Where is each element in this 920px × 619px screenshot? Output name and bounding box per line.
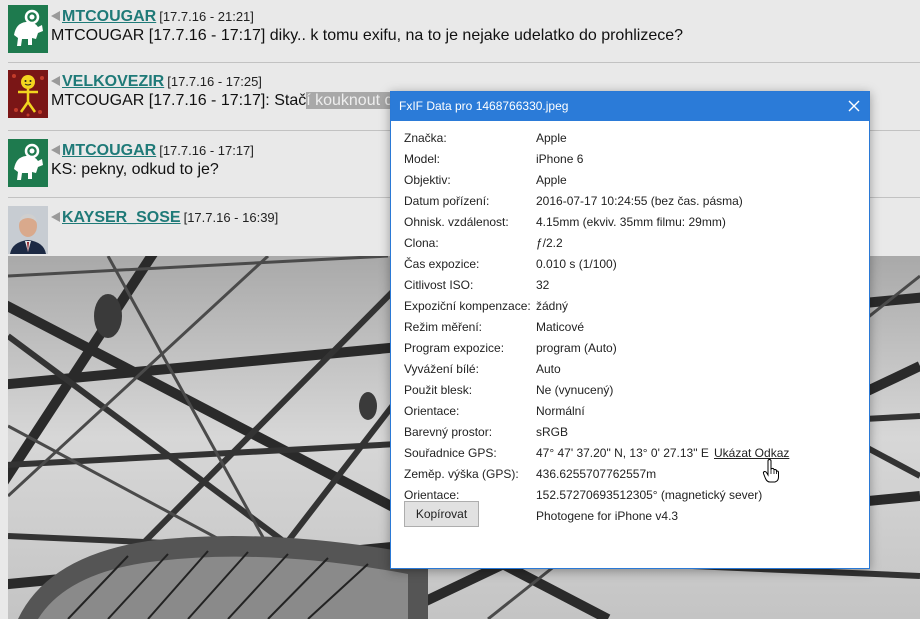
username-link[interactable]: MTCOUGAR	[62, 8, 156, 25]
exif-row: Expoziční kompenzace: žádný	[391, 299, 869, 320]
exif-row: Objektiv: Apple	[391, 173, 869, 194]
reply-arrow-icon[interactable]	[51, 212, 60, 222]
avatar-ram[interactable]	[8, 139, 48, 187]
post-time: [17.7.16 - 17:25]	[167, 74, 262, 89]
exif-value: ƒ/2.2	[536, 236, 563, 250]
post-message: MTCOUGAR [17.7.16 - 17:17]: Stačí koukno…	[51, 92, 394, 110]
exif-row: Program expozice: program (Auto)	[391, 341, 869, 362]
post-header: VELKOVEZIR [17.7.16 - 17:25]	[51, 73, 262, 91]
reply-arrow-icon[interactable]	[51, 145, 60, 155]
selected-text: í kouknout d	[306, 92, 394, 109]
exif-key: Čas expozice:	[404, 257, 480, 271]
exif-key: Program expozice:	[404, 341, 505, 355]
exif-value: Apple	[536, 131, 567, 145]
exif-key: Ohnisk. vzdálenost:	[404, 215, 509, 229]
post-message: KS: pekny, odkud to je?	[51, 161, 219, 178]
dialog-title: FxIF Data pro 1468766330.jpeg	[399, 99, 569, 113]
exif-key: Zeměp. výška (GPS):	[404, 467, 519, 481]
post-time: [17.7.16 - 16:39]	[183, 210, 279, 225]
exif-value: 152.57270693512305° (magnetický sever)	[536, 488, 763, 502]
exif-row: Orientace: Normální	[391, 404, 869, 425]
exif-value: 2016-07-17 10:24:55 (bez čas. pásma)	[536, 194, 743, 208]
dialog-titlebar: FxIF Data pro 1468766330.jpeg	[391, 92, 869, 121]
exif-row: Zeměp. výška (GPS): 436.6255707762557m	[391, 467, 869, 488]
exif-key: Clona:	[404, 236, 439, 250]
exif-key: Citlivost ISO:	[404, 278, 474, 292]
post-time: [17.7.16 - 21:21]	[159, 9, 254, 24]
post-message: MTCOUGAR [17.7.16 - 17:17] diky.. k tomu…	[51, 27, 684, 44]
username-link[interactable]: VELKOVEZIR	[62, 73, 164, 90]
exif-value: žádný	[536, 299, 569, 313]
exif-value: Ne (vynucený)	[536, 383, 614, 397]
exif-value: Auto	[536, 362, 561, 376]
exif-key: Orientace:	[404, 488, 460, 502]
exif-key: Model:	[404, 152, 441, 166]
show-link[interactable]: Ukázat Odkaz	[714, 446, 789, 460]
post-header: MTCOUGAR [17.7.16 - 21:21]	[51, 8, 254, 26]
exif-key: Datum pořízení:	[404, 194, 490, 208]
exif-value: 436.6255707762557m	[536, 467, 657, 481]
post-time: [17.7.16 - 17:17]	[159, 143, 254, 158]
exif-value: 0.010 s (1/100)	[536, 257, 617, 271]
exif-key: Barevný prostor:	[404, 425, 493, 439]
close-icon[interactable]	[847, 92, 861, 121]
avatar-stickman[interactable]	[8, 70, 48, 118]
exif-row: Souřadnice GPS: 47° 47' 37.20" N, 13° 0' …	[391, 446, 869, 467]
exif-value: Normální	[536, 404, 585, 418]
exif-value: Apple	[536, 173, 567, 187]
exif-row: Model: iPhone 6	[391, 152, 869, 173]
username-link[interactable]: KAYSER_SOSE	[62, 209, 181, 226]
exif-value: 4.15mm (ekviv. 35mm filmu: 29mm)	[536, 215, 726, 229]
reply-arrow-icon[interactable]	[51, 76, 60, 86]
post-header: KAYSER_SOSE [17.7.16 - 16:39]	[51, 209, 278, 227]
post-divider	[8, 62, 920, 63]
exif-key: Značka:	[404, 131, 447, 145]
avatar-ram[interactable]	[8, 5, 48, 53]
post-header: MTCOUGAR [17.7.16 - 17:17]	[51, 142, 254, 160]
exif-key: Souřadnice GPS:	[404, 446, 497, 460]
exif-row: Clona: ƒ/2.2	[391, 236, 869, 257]
exif-key: Objektiv:	[404, 173, 451, 187]
exif-row: Datum pořízení: 2016-07-17 10:24:55 (bez …	[391, 194, 869, 215]
exif-key: Režim měření:	[404, 320, 483, 334]
copy-button[interactable]: Kopírovat	[404, 501, 479, 527]
exif-key: Expoziční kompenzace:	[404, 299, 531, 313]
exif-value: 47° 47' 37.20" N, 13° 0' 27.13" E	[536, 446, 709, 460]
exif-row: Použit blesk: Ne (vynucený)	[391, 383, 869, 404]
exif-value: Photogene for iPhone v4.3	[536, 509, 679, 523]
exif-value: 32	[536, 278, 550, 292]
reply-arrow-icon[interactable]	[51, 11, 60, 21]
exif-row: Čas expozice: 0.010 s (1/100)	[391, 257, 869, 278]
exif-row: Režim měření: Maticové	[391, 320, 869, 341]
exif-value: program (Auto)	[536, 341, 617, 355]
exif-row: Ohnisk. vzdálenost: 4.15mm (ekviv. 35mm f…	[391, 215, 869, 236]
exif-row: Citlivost ISO: 32	[391, 278, 869, 299]
exif-key: Použit blesk:	[404, 383, 473, 397]
exif-row: Barevný prostor: sRGB	[391, 425, 869, 446]
exif-key: Vyvážení bílé:	[404, 362, 479, 376]
exif-row: Značka: Apple	[391, 131, 869, 152]
exif-key: Orientace:	[404, 404, 460, 418]
exif-value: iPhone 6	[536, 152, 584, 166]
message-text: MTCOUGAR [17.7.16 - 17:17]: Stač	[51, 92, 307, 109]
exif-value: sRGB	[536, 425, 569, 439]
exif-value: Maticové	[536, 320, 585, 334]
avatar-man[interactable]	[8, 206, 48, 254]
exif-dialog: FxIF Data pro 1468766330.jpeg Značka: App…	[390, 91, 870, 569]
exif-row: Vyvážení bílé: Auto	[391, 362, 869, 383]
username-link[interactable]: MTCOUGAR	[62, 142, 156, 159]
